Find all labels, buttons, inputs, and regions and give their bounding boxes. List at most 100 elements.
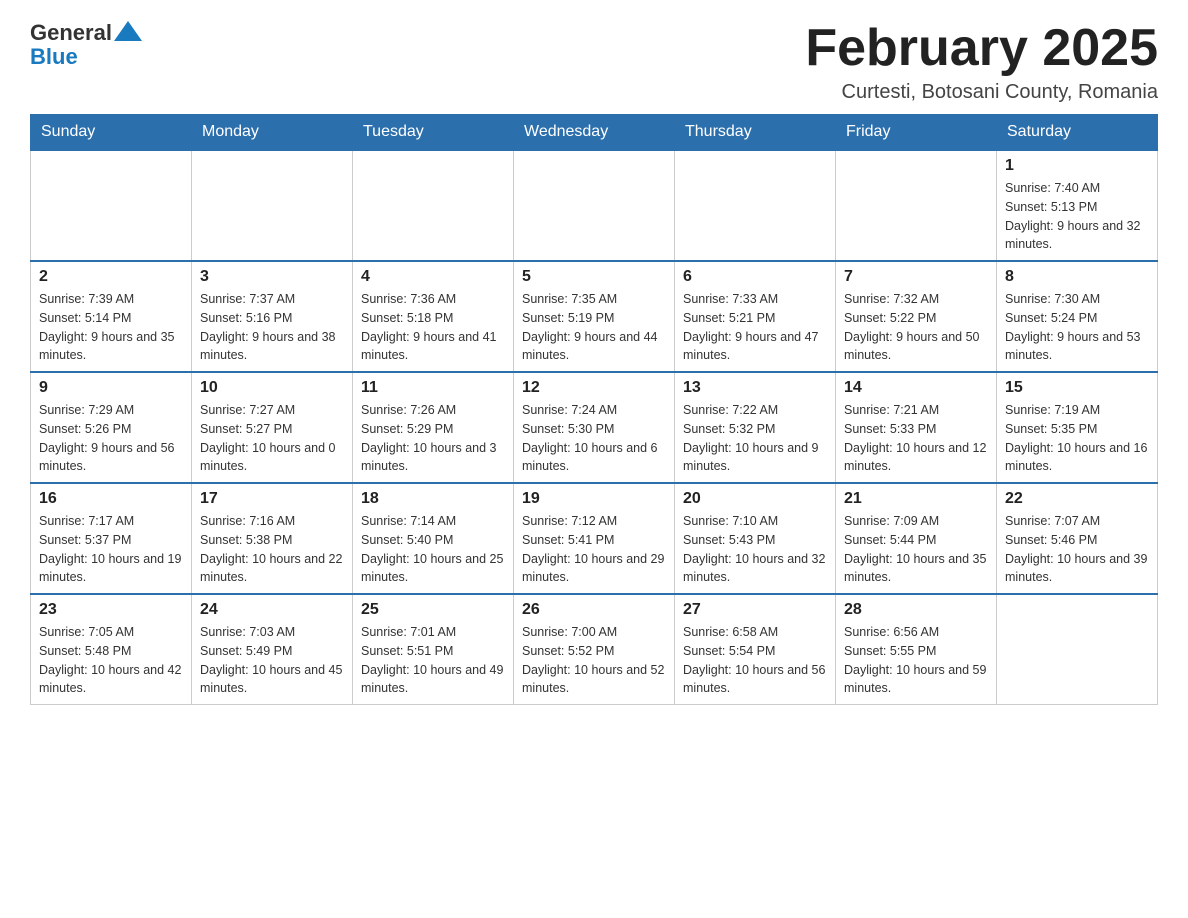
calendar-week-1: 1 Sunrise: 7:40 AMSunset: 5:13 PMDaylight… bbox=[31, 150, 1158, 261]
day-info: Sunrise: 7:05 AMSunset: 5:48 PMDaylight:… bbox=[39, 623, 183, 698]
calendar-cell: 25 Sunrise: 7:01 AMSunset: 5:51 PMDayligh… bbox=[353, 594, 514, 705]
calendar-cell bbox=[997, 594, 1158, 705]
calendar-cell: 16Sunrise: 7:17 AMSunset: 5:37 PMDayligh… bbox=[31, 483, 192, 594]
calendar-cell: 7 Sunrise: 7:32 AMSunset: 5:22 PMDaylight… bbox=[836, 261, 997, 372]
day-info: Sunrise: 7:10 AMSunset: 5:43 PMDaylight:… bbox=[683, 512, 827, 587]
day-info: Sunrise: 7:32 AMSunset: 5:22 PMDaylight:… bbox=[844, 290, 988, 365]
day-number: 10 bbox=[200, 379, 344, 397]
day-info: Sunrise: 7:09 AMSunset: 5:44 PMDaylight:… bbox=[844, 512, 988, 587]
calendar-cell: 23 Sunrise: 7:05 AMSunset: 5:48 PMDayligh… bbox=[31, 594, 192, 705]
day-info: Sunrise: 6:56 AMSunset: 5:55 PMDaylight:… bbox=[844, 623, 988, 698]
day-number: 7 bbox=[844, 268, 988, 286]
calendar-cell: 5Sunrise: 7:35 AMSunset: 5:19 PMDaylight… bbox=[514, 261, 675, 372]
calendar-cell: 2Sunrise: 7:39 AMSunset: 5:14 PMDaylight… bbox=[31, 261, 192, 372]
calendar-cell: 22 Sunrise: 7:07 AMSunset: 5:46 PMDayligh… bbox=[997, 483, 1158, 594]
day-info: Sunrise: 7:22 AMSunset: 5:32 PMDaylight:… bbox=[683, 401, 827, 476]
day-number: 11 bbox=[361, 379, 505, 397]
day-number: 14 bbox=[844, 379, 988, 397]
calendar-cell: 24 Sunrise: 7:03 AMSunset: 5:49 PMDayligh… bbox=[192, 594, 353, 705]
day-info: Sunrise: 7:24 AMSunset: 5:30 PMDaylight:… bbox=[522, 401, 666, 476]
day-info: Sunrise: 7:29 AMSunset: 5:26 PMDaylight:… bbox=[39, 401, 183, 476]
day-info: Sunrise: 7:16 AMSunset: 5:38 PMDaylight:… bbox=[200, 512, 344, 587]
calendar-week-4: 16Sunrise: 7:17 AMSunset: 5:37 PMDayligh… bbox=[31, 483, 1158, 594]
day-number: 20 bbox=[683, 490, 827, 508]
day-info: Sunrise: 7:26 AMSunset: 5:29 PMDaylight:… bbox=[361, 401, 505, 476]
day-number: 16 bbox=[39, 490, 183, 508]
col-saturday: Saturday bbox=[997, 115, 1158, 151]
day-number: 23 bbox=[39, 601, 183, 619]
location-subtitle: Curtesti, Botosani County, Romania bbox=[805, 81, 1158, 104]
day-info: Sunrise: 7:00 AMSunset: 5:52 PMDaylight:… bbox=[522, 623, 666, 698]
title-section: February 2025 Curtesti, Botosani County,… bbox=[805, 20, 1158, 104]
calendar-cell: 26 Sunrise: 7:00 AMSunset: 5:52 PMDayligh… bbox=[514, 594, 675, 705]
col-tuesday: Tuesday bbox=[353, 115, 514, 151]
calendar-cell: 18Sunrise: 7:14 AMSunset: 5:40 PMDayligh… bbox=[353, 483, 514, 594]
day-number: 24 bbox=[200, 601, 344, 619]
day-number: 8 bbox=[1005, 268, 1149, 286]
day-number: 2 bbox=[39, 268, 183, 286]
col-friday: Friday bbox=[836, 115, 997, 151]
logo: General Blue bbox=[30, 20, 142, 70]
calendar-cell: 20 Sunrise: 7:10 AMSunset: 5:43 PMDayligh… bbox=[675, 483, 836, 594]
logo-general-text: General bbox=[30, 20, 112, 46]
calendar-cell: 1 Sunrise: 7:40 AMSunset: 5:13 PMDaylight… bbox=[997, 150, 1158, 261]
day-info: Sunrise: 6:58 AMSunset: 5:54 PMDaylight:… bbox=[683, 623, 827, 698]
month-title: February 2025 bbox=[805, 20, 1158, 77]
day-number: 15 bbox=[1005, 379, 1149, 397]
day-info: Sunrise: 7:21 AMSunset: 5:33 PMDaylight:… bbox=[844, 401, 988, 476]
page-header: General Blue February 2025 Curtesti, Bot… bbox=[30, 20, 1158, 104]
day-number: 22 bbox=[1005, 490, 1149, 508]
logo-triangle-icon bbox=[114, 21, 142, 41]
day-number: 5 bbox=[522, 268, 666, 286]
day-number: 3 bbox=[200, 268, 344, 286]
calendar-cell: 6Sunrise: 7:33 AMSunset: 5:21 PMDaylight… bbox=[675, 261, 836, 372]
col-wednesday: Wednesday bbox=[514, 115, 675, 151]
day-info: Sunrise: 7:27 AMSunset: 5:27 PMDaylight:… bbox=[200, 401, 344, 476]
day-number: 9 bbox=[39, 379, 183, 397]
calendar-cell: 14 Sunrise: 7:21 AMSunset: 5:33 PMDayligh… bbox=[836, 372, 997, 483]
day-number: 19 bbox=[522, 490, 666, 508]
calendar-cell: 4Sunrise: 7:36 AMSunset: 5:18 PMDaylight… bbox=[353, 261, 514, 372]
day-info: Sunrise: 7:01 AMSunset: 5:51 PMDaylight:… bbox=[361, 623, 505, 698]
day-number: 27 bbox=[683, 601, 827, 619]
day-number: 4 bbox=[361, 268, 505, 286]
calendar-cell bbox=[353, 150, 514, 261]
calendar-cell: 10 Sunrise: 7:27 AMSunset: 5:27 PMDayligh… bbox=[192, 372, 353, 483]
calendar-cell bbox=[675, 150, 836, 261]
day-number: 17 bbox=[200, 490, 344, 508]
calendar-cell: 3 Sunrise: 7:37 AMSunset: 5:16 PMDaylight… bbox=[192, 261, 353, 372]
calendar-cell: 9 Sunrise: 7:29 AMSunset: 5:26 PMDaylight… bbox=[31, 372, 192, 483]
calendar-week-3: 9 Sunrise: 7:29 AMSunset: 5:26 PMDaylight… bbox=[31, 372, 1158, 483]
calendar-cell: 21Sunrise: 7:09 AMSunset: 5:44 PMDayligh… bbox=[836, 483, 997, 594]
calendar-cell: 8Sunrise: 7:30 AMSunset: 5:24 PMDaylight… bbox=[997, 261, 1158, 372]
calendar-cell: 13 Sunrise: 7:22 AMSunset: 5:32 PMDayligh… bbox=[675, 372, 836, 483]
day-info: Sunrise: 7:03 AMSunset: 5:49 PMDaylight:… bbox=[200, 623, 344, 698]
calendar-cell: 17 Sunrise: 7:16 AMSunset: 5:38 PMDayligh… bbox=[192, 483, 353, 594]
calendar-cell: 19 Sunrise: 7:12 AMSunset: 5:41 PMDayligh… bbox=[514, 483, 675, 594]
col-thursday: Thursday bbox=[675, 115, 836, 151]
day-number: 18 bbox=[361, 490, 505, 508]
day-info: Sunrise: 7:12 AMSunset: 5:41 PMDaylight:… bbox=[522, 512, 666, 587]
day-number: 26 bbox=[522, 601, 666, 619]
calendar-week-2: 2Sunrise: 7:39 AMSunset: 5:14 PMDaylight… bbox=[31, 261, 1158, 372]
day-info: Sunrise: 7:40 AMSunset: 5:13 PMDaylight:… bbox=[1005, 179, 1149, 254]
day-info: Sunrise: 7:37 AMSunset: 5:16 PMDaylight:… bbox=[200, 290, 344, 365]
calendar-cell: 12Sunrise: 7:24 AMSunset: 5:30 PMDayligh… bbox=[514, 372, 675, 483]
col-sunday: Sunday bbox=[31, 115, 192, 151]
logo-blue-text: Blue bbox=[30, 44, 78, 70]
day-info: Sunrise: 7:07 AMSunset: 5:46 PMDaylight:… bbox=[1005, 512, 1149, 587]
calendar-table: Sunday Monday Tuesday Wednesday Thursday… bbox=[30, 114, 1158, 705]
calendar-cell bbox=[31, 150, 192, 261]
col-monday: Monday bbox=[192, 115, 353, 151]
calendar-cell: 11 Sunrise: 7:26 AMSunset: 5:29 PMDayligh… bbox=[353, 372, 514, 483]
day-info: Sunrise: 7:19 AMSunset: 5:35 PMDaylight:… bbox=[1005, 401, 1149, 476]
day-number: 25 bbox=[361, 601, 505, 619]
calendar-header-row: Sunday Monday Tuesday Wednesday Thursday… bbox=[31, 115, 1158, 151]
day-number: 1 bbox=[1005, 157, 1149, 175]
calendar-cell: 27 Sunrise: 6:58 AMSunset: 5:54 PMDayligh… bbox=[675, 594, 836, 705]
day-number: 13 bbox=[683, 379, 827, 397]
day-number: 6 bbox=[683, 268, 827, 286]
calendar-cell: 28Sunrise: 6:56 AMSunset: 5:55 PMDayligh… bbox=[836, 594, 997, 705]
calendar-cell: 15 Sunrise: 7:19 AMSunset: 5:35 PMDayligh… bbox=[997, 372, 1158, 483]
calendar-cell bbox=[514, 150, 675, 261]
